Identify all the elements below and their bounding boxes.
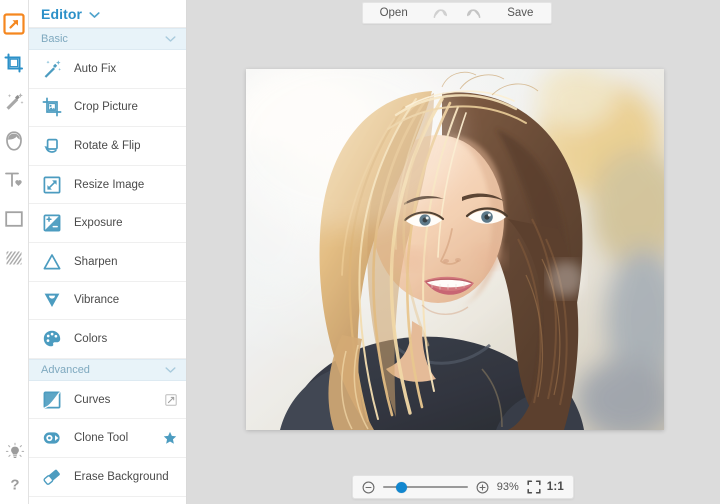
redo-arrow-icon xyxy=(465,7,482,19)
zoom-percentage: 93% xyxy=(491,481,525,493)
frame-icon xyxy=(3,208,25,230)
sidebar-item-colors[interactable]: Colors xyxy=(29,320,186,359)
open-button[interactable]: Open xyxy=(363,3,424,23)
chevron-down-icon[interactable] xyxy=(89,11,100,19)
clone-tool-icon xyxy=(41,427,63,449)
rotate-flip-icon xyxy=(41,135,63,157)
sidebar-item-curves[interactable]: Curves xyxy=(29,381,186,420)
section-header-basic[interactable]: Basic xyxy=(29,28,186,50)
left-tool-rail: ? xyxy=(0,0,29,504)
magic-wand-icon xyxy=(41,58,63,80)
texture-icon xyxy=(3,247,25,269)
exposure-icon xyxy=(41,212,63,234)
crop-icon xyxy=(3,52,25,74)
chevron-down-icon[interactable] xyxy=(165,366,176,374)
top-toolbar: Open xyxy=(362,2,552,24)
zoom-out-icon[interactable] xyxy=(362,481,375,494)
sidebar-item-sharpen[interactable]: Sharpen xyxy=(29,243,186,282)
sidebar-item-label: Exposure xyxy=(74,217,177,229)
svg-text:?: ? xyxy=(10,477,19,494)
redo-button[interactable] xyxy=(457,7,490,19)
colors-palette-icon xyxy=(41,328,63,350)
lightbulb-icon xyxy=(5,442,25,462)
save-button[interactable]: Save xyxy=(490,3,551,23)
crop-picture-icon xyxy=(41,96,63,118)
portrait-photo xyxy=(246,69,664,430)
sidebar-item-label: Rotate & Flip xyxy=(74,140,177,152)
undo-arrow-icon xyxy=(432,7,449,19)
sidebar-item-label: Curves xyxy=(74,394,165,406)
undo-button[interactable] xyxy=(424,7,457,19)
rail-top-group xyxy=(0,0,29,277)
sidebar-item-label: Sharpen xyxy=(74,256,177,268)
sidebar-item-label: Vibrance xyxy=(74,294,177,306)
sidebar-item-erase-background[interactable]: Erase Background xyxy=(29,458,186,497)
vibrance-icon xyxy=(41,289,63,311)
section-header-advanced[interactable]: Advanced xyxy=(29,359,186,381)
sidebar-item-label: Resize Image xyxy=(74,179,177,191)
chevron-down-icon[interactable] xyxy=(165,35,176,43)
sidebar-item-label: Erase Background xyxy=(74,471,177,483)
sidebar-item-auto-fix[interactable]: Auto Fix xyxy=(29,50,186,89)
star-icon[interactable] xyxy=(163,431,177,445)
zoom-ratio-button[interactable]: 1:1 xyxy=(547,481,564,493)
sidebar-header[interactable]: Editor xyxy=(29,0,186,28)
sidebar-item-clone-tool[interactable]: Clone Tool xyxy=(29,419,186,458)
section-label-basic: Basic xyxy=(41,33,165,45)
rail-item-help[interactable]: ? xyxy=(0,468,29,500)
sidebar-item-vibrance[interactable]: Vibrance xyxy=(29,282,186,321)
sidebar-item-rotate-flip[interactable]: Rotate & Flip xyxy=(29,127,186,166)
sidebar-item-label: Crop Picture xyxy=(74,101,177,113)
sidebar-item-label: Auto Fix xyxy=(74,63,177,75)
page-title: Editor xyxy=(41,6,82,22)
rail-item-frame[interactable] xyxy=(0,199,29,238)
image-canvas[interactable] xyxy=(246,69,664,430)
sidebar-item-resize-image[interactable]: Resize Image xyxy=(29,166,186,205)
help-icon: ? xyxy=(5,474,25,494)
zoom-slider-thumb[interactable] xyxy=(396,482,407,493)
sidebar-item-exposure[interactable]: Exposure xyxy=(29,204,186,243)
editor-sidebar: Editor Basic xyxy=(29,0,187,504)
rail-item-texture[interactable] xyxy=(0,238,29,277)
zoom-slider[interactable] xyxy=(383,480,468,494)
resize-image-icon xyxy=(41,174,63,196)
rail-item-portrait[interactable] xyxy=(0,121,29,160)
magic-wand-icon xyxy=(3,91,25,113)
sidebar-item-label: Clone Tool xyxy=(74,432,163,444)
rail-bottom-group: ? xyxy=(0,436,29,500)
portrait-photo-svg xyxy=(246,69,664,430)
section-label-advanced: Advanced xyxy=(41,364,165,376)
zoom-toolbar: 93% 1:1 xyxy=(352,475,574,499)
photo-editor-window: ? Editor Basic xyxy=(0,0,720,504)
expand-icon[interactable] xyxy=(165,394,177,406)
editor-arrow-icon xyxy=(3,13,25,35)
rail-item-magic-wand[interactable] xyxy=(0,82,29,121)
canvas-area: Open xyxy=(188,0,720,504)
text-tool-icon xyxy=(3,169,25,191)
rail-item-tips[interactable] xyxy=(0,436,29,468)
portrait-icon xyxy=(3,130,25,152)
sharpen-icon xyxy=(41,251,63,273)
eraser-icon xyxy=(41,466,63,488)
fit-to-screen-icon[interactable] xyxy=(527,480,541,494)
sidebar-item-crop-picture[interactable]: Crop Picture xyxy=(29,89,186,128)
zoom-in-icon[interactable] xyxy=(476,481,489,494)
rail-item-text-tool[interactable] xyxy=(0,160,29,199)
rail-item-crop[interactable] xyxy=(0,43,29,82)
sidebar-item-label: Colors xyxy=(74,333,177,345)
rail-item-editor-arrow[interactable] xyxy=(0,4,29,43)
curves-icon xyxy=(41,389,63,411)
